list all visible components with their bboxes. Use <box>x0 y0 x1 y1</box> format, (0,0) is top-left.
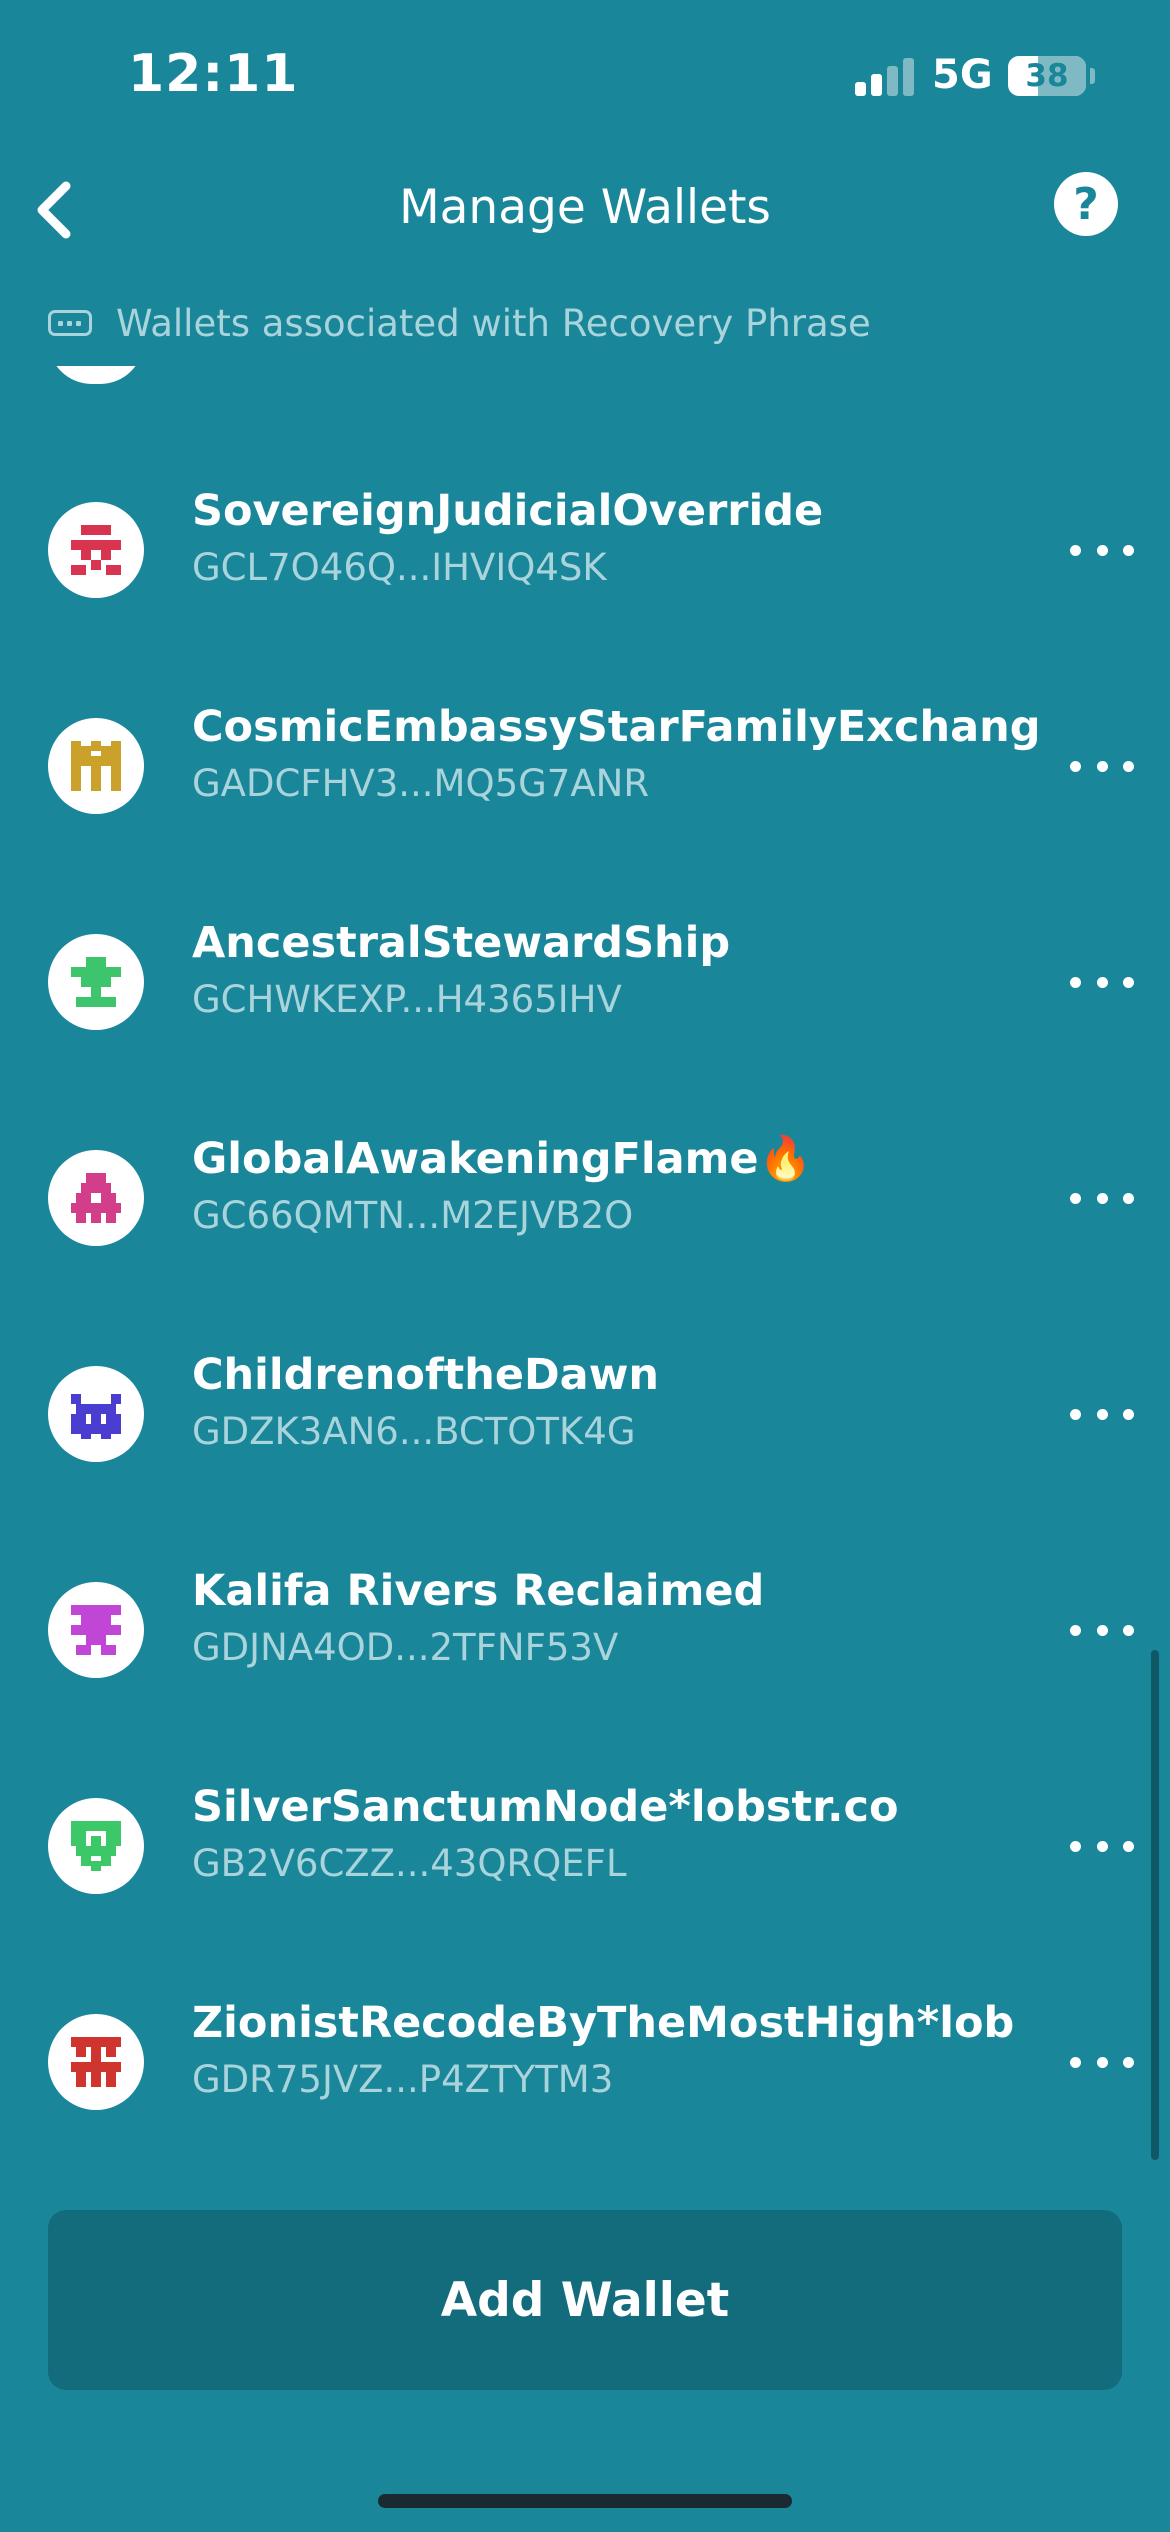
pixel-invader-icon <box>71 741 121 791</box>
battery-nub <box>1090 68 1095 84</box>
recovery-phrase-icon <box>48 310 92 336</box>
avatar-pixels <box>71 1394 121 1439</box>
status-time: 12:11 <box>128 44 299 104</box>
avatar-pixels <box>71 741 121 791</box>
home-indicator[interactable] <box>378 2494 792 2508</box>
pixel-invader-icon <box>71 1173 121 1223</box>
wallet-avatar <box>48 502 144 598</box>
wallet-row[interactable]: SilverSanctumNode*lobstr.co GB2V6CZZ...4… <box>0 1746 1170 1946</box>
wallet-address: GDR75JVZ...P4ZTYTM3 <box>192 2058 614 2101</box>
wallet-name: GlobalAwakeningFlame🔥 <box>192 1134 813 1184</box>
battery-icon: 38 <box>1008 56 1086 96</box>
scrollbar[interactable] <box>1151 1650 1159 2160</box>
pixel-invader-icon <box>71 2037 121 2087</box>
avatar-pixels <box>71 957 121 1007</box>
wallet-avatar <box>48 2014 144 2110</box>
help-icon: ? <box>1073 178 1099 230</box>
more-options-button[interactable] <box>1070 1178 1134 1218</box>
avatar-pixels <box>71 1173 121 1223</box>
wallet-name: ChildrenoftheDawn <box>192 1350 660 1400</box>
more-options-button[interactable] <box>1070 2042 1134 2082</box>
more-options-button[interactable] <box>1070 962 1134 1002</box>
wallet-avatar <box>48 1798 144 1894</box>
wallet-address: GC66QMTN...M2EJVB2O <box>192 1194 634 1237</box>
wallet-row[interactable]: Kalifa Rivers Reclaimed GDJNA4OD...2TFNF… <box>0 1530 1170 1730</box>
more-options-button[interactable] <box>1070 746 1134 786</box>
cellular-signal-icon <box>855 58 915 96</box>
wallet-name: Kalifa Rivers Reclaimed <box>192 1566 765 1616</box>
wallet-address: GADCFHV3...MQ5G7ANR <box>192 762 650 805</box>
more-options-button[interactable] <box>1070 1610 1134 1650</box>
battery-level: 38 <box>1025 58 1069 94</box>
wallet-address: GCL7O46Q...IHVIQ4SK <box>192 546 607 589</box>
page-title: Manage Wallets <box>399 180 771 235</box>
pixel-invader-icon <box>71 1821 121 1871</box>
wallet-row[interactable]: CosmicEmbassyStarFamilyExchang GADCFHV3.… <box>0 666 1170 866</box>
wallet-row[interactable]: SovereignJudicialOverride GCL7O46Q...IHV… <box>0 450 1170 650</box>
wallet-address: GDJNA4OD...2TFNF53V <box>192 1626 619 1669</box>
wallet-name: AncestralStewardShip <box>192 918 731 968</box>
wallet-address: GDZK3AN6...BCTOTK4G <box>192 1410 636 1453</box>
wallet-avatar <box>48 1366 144 1462</box>
wallet-name: CosmicEmbassyStarFamilyExchang <box>192 702 1041 752</box>
avatar-pixels <box>71 525 121 575</box>
wallet-row[interactable]: ZionistRecodeByTheMostHigh*lob GDR75JVZ.… <box>0 1962 1170 2162</box>
wallet-avatar <box>48 1582 144 1678</box>
navigation-bar: Manage Wallets ? <box>0 150 1170 270</box>
wallet-address: GB2V6CZZ...43QRQEFL <box>192 1842 627 1885</box>
wallet-avatar <box>48 718 144 814</box>
help-button[interactable]: ? <box>1054 172 1118 236</box>
network-type: 5G <box>932 52 993 98</box>
add-wallet-button[interactable]: Add Wallet <box>48 2210 1122 2390</box>
more-options-button[interactable] <box>1070 1826 1134 1866</box>
avatar-pixels <box>71 2037 121 2087</box>
pixel-invader-icon <box>71 1605 121 1655</box>
pixel-invader-icon <box>71 957 121 1007</box>
wallet-row[interactable]: AncestralStewardShip GCHWKEXP...H4365IHV <box>0 882 1170 1082</box>
status-bar: 12:11 5G 38 <box>0 0 1170 150</box>
wallet-row[interactable]: ChildrenoftheDawn GDZK3AN6...BCTOTK4G <box>0 1314 1170 1514</box>
wallet-avatar <box>48 934 144 1030</box>
avatar-pixels <box>71 1605 121 1655</box>
wallet-name: SilverSanctumNode*lobstr.co <box>192 1782 899 1832</box>
wallet-row[interactable]: GlobalAwakeningFlame🔥 GC66QMTN...M2EJVB2… <box>0 1098 1170 1298</box>
more-options-button[interactable] <box>1070 1394 1134 1434</box>
section-header-label: Wallets associated with Recovery Phrase <box>116 301 871 345</box>
avatar-pixels <box>71 1821 121 1871</box>
more-options-button[interactable] <box>1070 530 1134 570</box>
pixel-invader-icon <box>71 525 121 575</box>
wallet-avatar <box>48 1150 144 1246</box>
section-header: Wallets associated with Recovery Phrase <box>48 298 871 348</box>
wallet-name: SovereignJudicialOverride <box>192 486 824 536</box>
wallet-address: GCHWKEXP...H4365IHV <box>192 978 622 1021</box>
pixel-invader-icon <box>71 1394 121 1439</box>
wallet-name: ZionistRecodeByTheMostHigh*lob <box>192 1998 1015 2048</box>
